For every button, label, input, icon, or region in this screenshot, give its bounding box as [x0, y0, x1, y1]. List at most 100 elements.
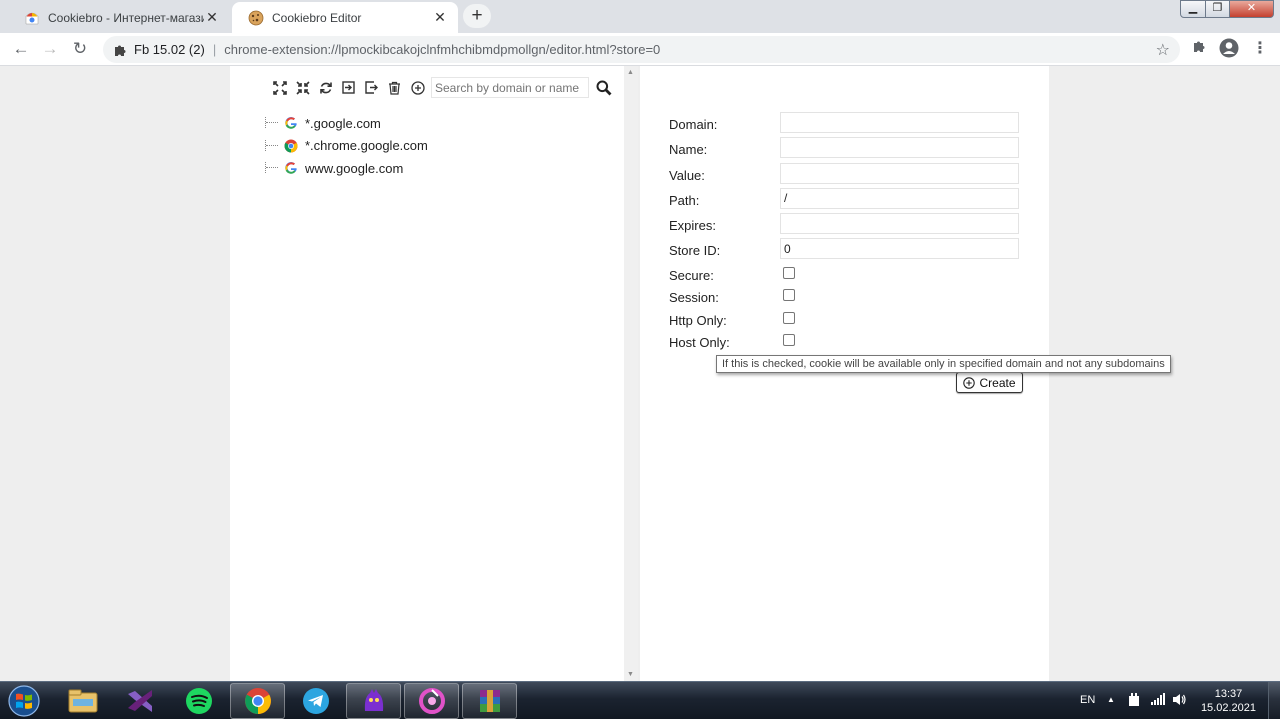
language-indicator[interactable]: EN [1080, 694, 1095, 706]
tab-strip: Cookiebro - Интернет-магазин Chrome ✕ Co… [0, 0, 1280, 33]
close-tab-icon[interactable]: ✕ [204, 9, 220, 26]
collapse-all-icon[interactable] [291, 79, 314, 97]
tree-item-label: *.google.com [305, 115, 381, 131]
plus-circle-icon [963, 376, 976, 389]
value-field[interactable] [780, 162, 1019, 184]
page: *.google.com *.chrome.google.com [0, 66, 1280, 681]
cookie-tree-panel: *.google.com *.chrome.google.com [230, 66, 624, 681]
expires-label: Expires: [669, 218, 716, 234]
back-arrow-icon[interactable]: ← [8, 37, 34, 61]
tree-item-label: www.google.com [305, 160, 404, 176]
name-row: Name: [669, 136, 1029, 161]
google-favicon-icon [285, 117, 297, 129]
session-label: Session: [669, 290, 719, 306]
tab-cookiebro-store[interactable]: Cookiebro - Интернет-магазин Chrome ✕ [8, 2, 230, 33]
webstore-icon [25, 12, 39, 24]
clock-date: 15.02.2021 [1200, 702, 1256, 714]
winrar-app-icon[interactable] [462, 683, 517, 719]
vertical-scrollbar[interactable]: ▲ ▼ [624, 66, 638, 681]
cookie-editor-panel: Domain: Name: Value: Path: Expires: Stor… [640, 66, 1049, 681]
tab-cookiebro-editor[interactable]: Cookiebro Editor ✕ [232, 2, 458, 33]
pink-app-icon[interactable] [404, 683, 459, 719]
purple-app-icon[interactable] [346, 683, 401, 719]
show-desktop-button[interactable] [1268, 682, 1280, 719]
close-tab-icon[interactable]: ✕ [432, 9, 448, 26]
puzzle-icon [115, 45, 126, 56]
host-only-row: Host Only: [669, 330, 1029, 353]
store-id-row: Store ID: [669, 237, 1029, 262]
search-input[interactable] [431, 77, 589, 98]
browser-toolbar: ← → ↻ Fb 15.02 (2) | chrome-extension://… [0, 33, 1280, 66]
expires-row: Expires: [669, 212, 1029, 237]
create-button[interactable]: Create [956, 372, 1023, 393]
expires-field[interactable] [780, 213, 1019, 235]
menu-kebab-icon[interactable]: ⋮ [1249, 38, 1271, 60]
explorer-app-icon[interactable] [55, 683, 110, 719]
network-signal-icon[interactable] [1151, 693, 1165, 708]
spotify-app-icon[interactable] [171, 683, 226, 719]
address-bar[interactable]: Fb 15.02 (2) | chrome-extension://lpmock… [103, 36, 1180, 63]
domain-label: Domain: [669, 117, 718, 132]
host-only-checkbox[interactable] [783, 334, 795, 347]
path-row: Path: [669, 187, 1029, 212]
profile-avatar-icon[interactable] [1218, 38, 1240, 60]
path-label: Path: [669, 192, 700, 208]
scroll-down-icon[interactable]: ▼ [627, 671, 634, 678]
cookie-domain-tree: *.google.com *.chrome.google.com www.goo… [264, 112, 428, 180]
bookmark-star-icon[interactable]: ☆ [1156, 40, 1170, 60]
http-only-checkbox[interactable] [783, 311, 795, 324]
scroll-up-icon[interactable]: ▲ [627, 69, 634, 76]
window-controls: ▁ ❐ ✕ [1180, 0, 1274, 18]
tree-item[interactable]: *.chrome.google.com [264, 135, 428, 158]
device-icon[interactable] [1128, 693, 1140, 710]
taskbar: EN ▲ 13:37 15.02.2021 [0, 681, 1280, 719]
secure-label: Secure: [669, 267, 714, 283]
minimize-window-icon[interactable]: ▁ [1180, 0, 1206, 18]
tab-title: Cookiebro Editor [272, 10, 362, 25]
tree-actions [268, 77, 614, 98]
visual-studio-app-icon[interactable] [113, 683, 168, 719]
volume-icon[interactable] [1172, 693, 1186, 709]
chrome-app-icon[interactable] [230, 683, 285, 719]
cookie-form: Domain: Name: Value: Path: Expires: Stor… [669, 111, 1029, 353]
http-only-row: Http Only: [669, 308, 1029, 331]
session-row: Session: [669, 285, 1029, 308]
host-only-label: Host Only: [669, 335, 730, 351]
start-button[interactable] [4, 683, 44, 719]
name-label: Name: [669, 142, 708, 158]
chrome-favicon-icon [284, 139, 298, 153]
clock-time: 13:37 [1214, 688, 1243, 700]
refresh-icon[interactable] [314, 79, 337, 97]
http-only-label: Http Only: [669, 312, 727, 328]
import-icon[interactable] [337, 79, 360, 97]
secure-row: Secure: [669, 263, 1029, 286]
telegram-app-icon[interactable] [288, 683, 343, 719]
delete-all-icon[interactable] [383, 79, 406, 97]
close-window-icon[interactable]: ✕ [1230, 0, 1274, 18]
tree-item-label: *.chrome.google.com [305, 138, 428, 154]
system-clock[interactable]: 13:37 15.02.2021 [1201, 687, 1256, 715]
tab-title: Cookiebro - Интернет-магазин Chrome [48, 10, 204, 25]
path-field[interactable] [780, 187, 1019, 209]
tree-item[interactable]: www.google.com [264, 157, 428, 180]
tray-expand-icon[interactable]: ▲ [1107, 695, 1115, 704]
secure-checkbox[interactable] [783, 266, 795, 279]
export-icon[interactable] [360, 79, 383, 97]
google-favicon-icon [285, 162, 297, 174]
expand-all-icon[interactable] [268, 79, 291, 97]
tree-item[interactable]: *.google.com [264, 112, 428, 135]
name-field[interactable] [780, 137, 1019, 159]
restore-window-icon[interactable]: ❐ [1206, 0, 1230, 18]
new-tab-button[interactable]: + [463, 4, 491, 28]
search-icon[interactable] [594, 78, 614, 98]
create-label: Create [979, 375, 1016, 390]
store-id-field[interactable] [780, 238, 1019, 260]
extensions-icon[interactable] [1188, 38, 1210, 60]
reload-icon[interactable]: ↻ [67, 37, 93, 61]
session-checkbox[interactable] [783, 289, 795, 302]
store-id-label: Store ID: [669, 243, 721, 259]
add-cookie-icon[interactable] [406, 79, 429, 97]
forward-arrow-icon[interactable]: → [37, 37, 63, 61]
url-text[interactable]: chrome-extension://lpmockibcakojclnfmhch… [224, 42, 660, 57]
domain-field[interactable] [780, 112, 1019, 133]
